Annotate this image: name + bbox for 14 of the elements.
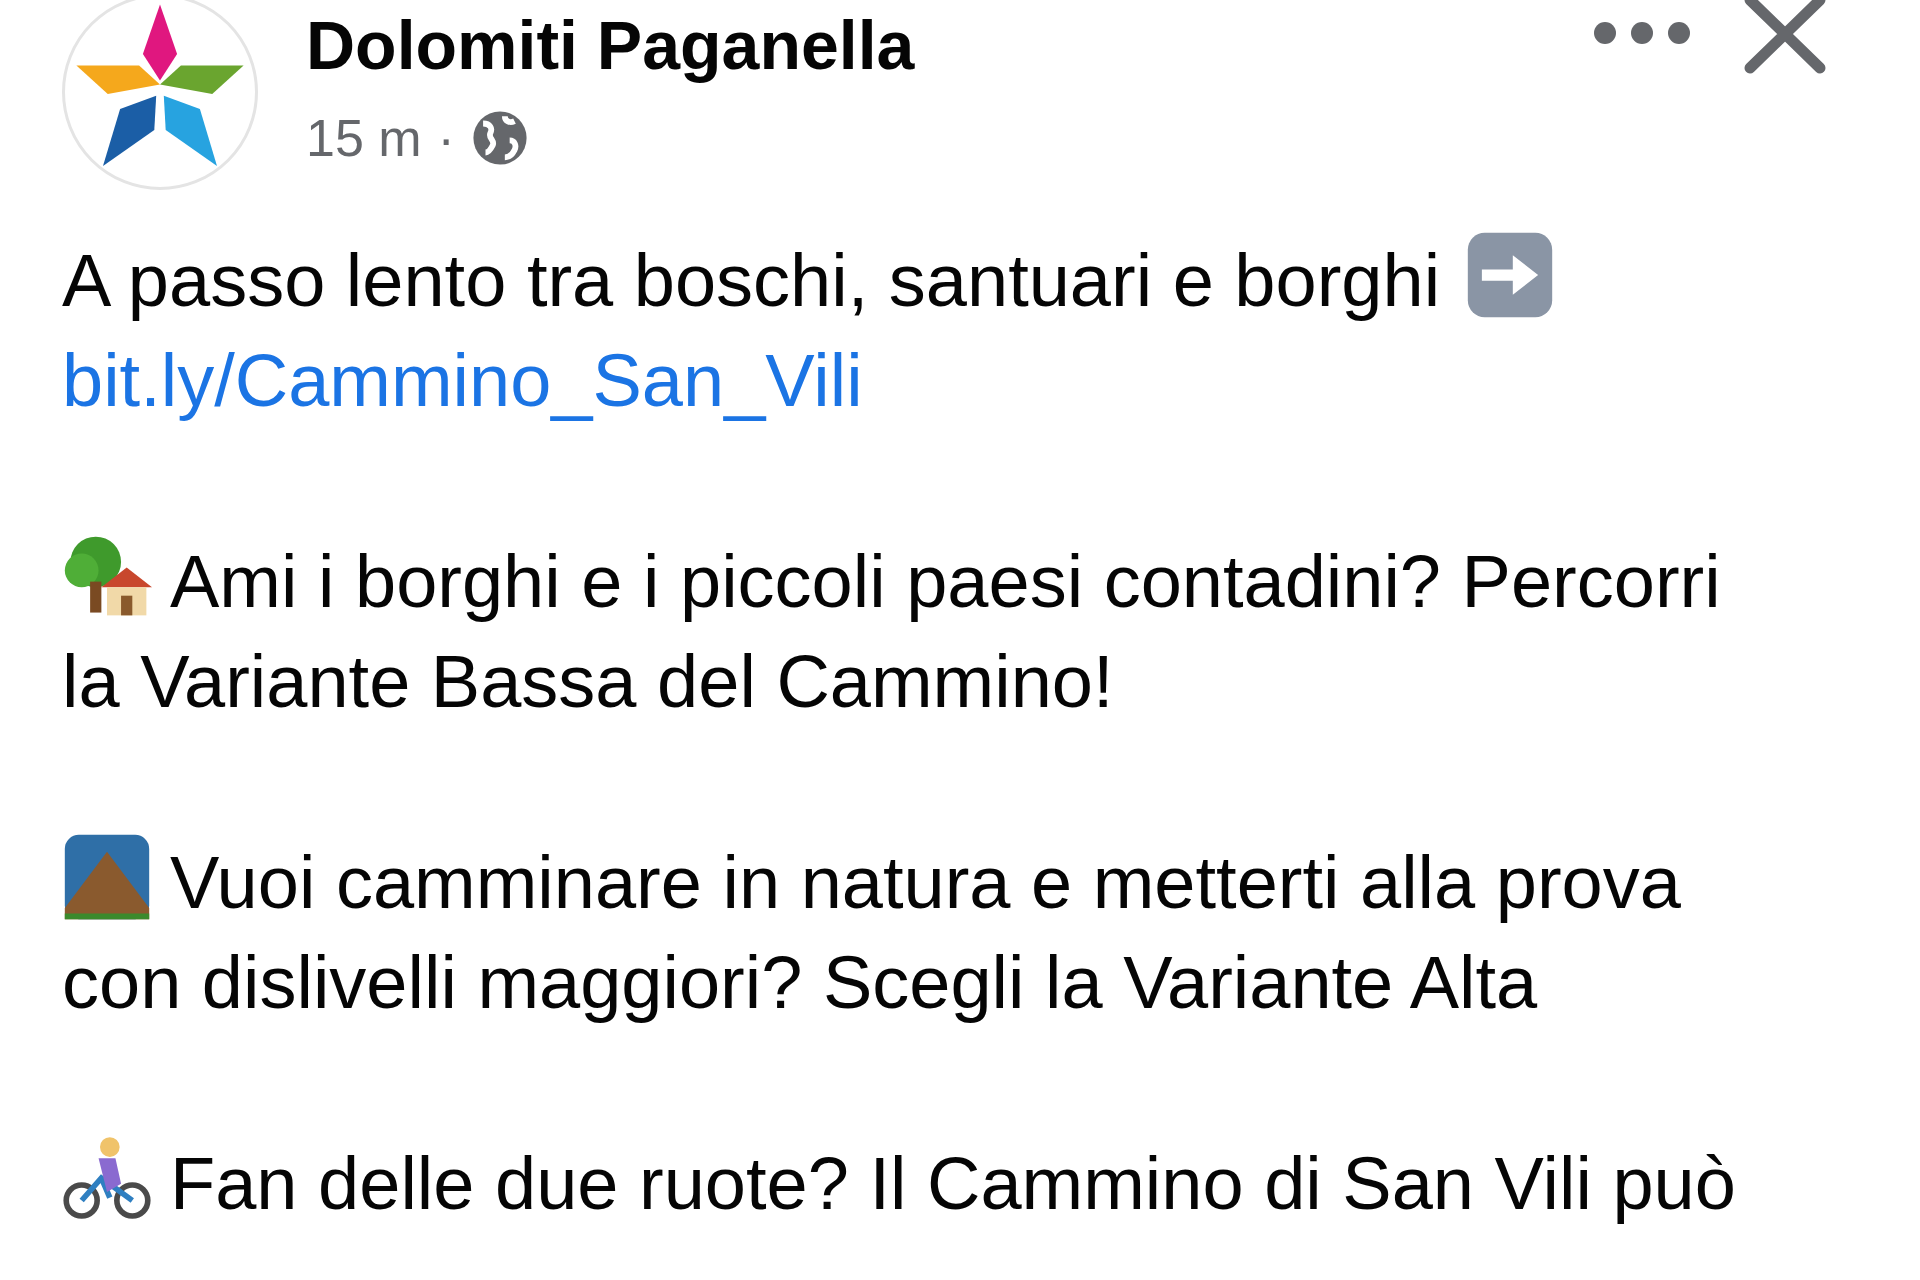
author-name[interactable]: Dolomiti Paganella bbox=[306, 8, 1592, 83]
post-text: A passo lento tra boschi, santuari e borghi bbox=[62, 238, 1441, 324]
post-text: con dislivelli maggiori? Scegli la Variante Alta bbox=[62, 940, 1538, 1026]
post-time: 15 m bbox=[306, 107, 422, 169]
post-text: la Variante Bassa del Cammino! bbox=[62, 639, 1114, 725]
post-link[interactable]: bit.ly/Cammino_San_Vili bbox=[62, 339, 863, 422]
post-text: Fan delle due ruote? Il Cammino di San Vili può bbox=[170, 1141, 1736, 1227]
star-logo-avatar[interactable] bbox=[62, 0, 258, 190]
more-options-icon[interactable] bbox=[1592, 20, 1692, 46]
globe-icon bbox=[470, 108, 529, 167]
mountain-icon bbox=[62, 832, 152, 922]
post-text: Ami i borghi e i piccoli paesi contadini? Percorri bbox=[170, 539, 1721, 625]
separator-dot: · bbox=[437, 107, 455, 169]
post-text: Vuoi camminare in natura e metterti alla prova bbox=[170, 840, 1681, 926]
